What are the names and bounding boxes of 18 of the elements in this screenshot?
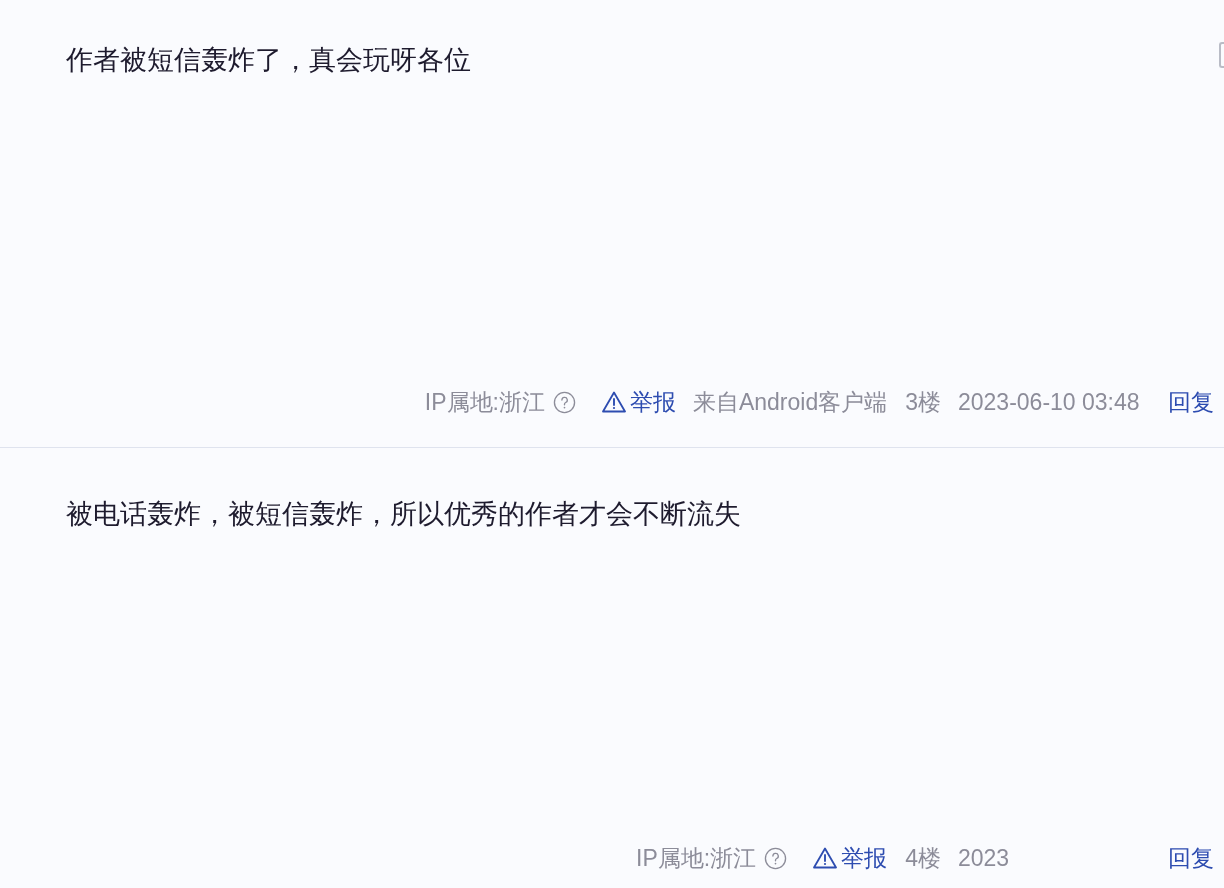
warning-icon	[813, 847, 838, 869]
post-content: 作者被短信轰炸了，真会玩呀各位	[66, 44, 471, 76]
floor-number: 4楼	[905, 844, 941, 873]
reply-link[interactable]: 回复	[1168, 842, 1214, 874]
report-link[interactable]: 举报	[813, 842, 888, 874]
help-icon[interactable]	[764, 846, 788, 870]
report-link[interactable]: 举报	[601, 386, 676, 418]
post-content: 被电话轰炸，被短信轰炸，所以优秀的作者才会不断流失	[66, 498, 741, 530]
floor-number: 3楼	[905, 388, 941, 417]
post-time: 2023-06-10 03:48	[958, 388, 1140, 417]
reply-link[interactable]: 回复	[1168, 386, 1214, 418]
ip-location: IP属地:浙江	[636, 844, 757, 873]
post-time: 2023	[958, 844, 1010, 873]
warning-icon	[601, 391, 626, 413]
source-label: 来自Android客户端	[692, 388, 888, 417]
ip-location: IP属地:浙江	[424, 388, 545, 417]
help-icon[interactable]	[552, 390, 576, 414]
scroll-handle[interactable]	[1219, 42, 1224, 68]
